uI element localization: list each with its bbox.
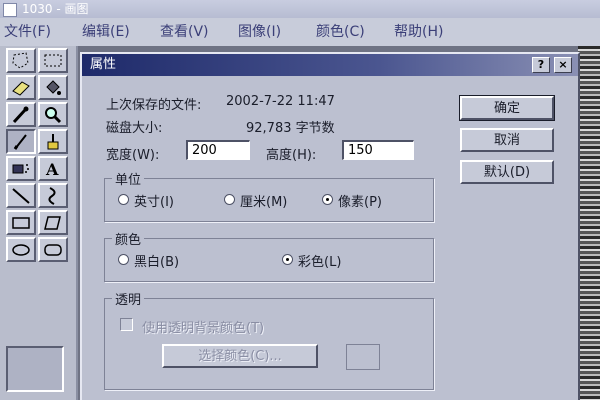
ok-button[interactable]: 确定	[459, 95, 555, 121]
width-label: 宽度(W):	[106, 148, 160, 163]
menu-bar: 文件(F) 编辑(E) 查看(V) 图像(I) 颜色(C) 帮助(H)	[0, 18, 600, 46]
line-icon	[12, 188, 30, 204]
dialog-title: 属性	[90, 57, 117, 72]
free-select-icon	[12, 52, 29, 69]
menu-help[interactable]: 帮助(H)	[394, 18, 443, 46]
curve-icon	[48, 187, 56, 205]
transparency-group-label: 透明	[112, 289, 145, 308]
width-field[interactable]: 200	[186, 140, 250, 160]
transparent-color-swatch	[346, 344, 380, 370]
menu-file[interactable]: 文件(F)	[4, 18, 51, 46]
magnifier-tool[interactable]	[38, 102, 68, 127]
paint-app-icon	[3, 3, 17, 17]
ellipse-tool[interactable]	[6, 237, 36, 262]
transparent-bg-checkbox[interactable]	[120, 318, 133, 331]
unit-cm-radio[interactable]	[224, 194, 235, 205]
height-field[interactable]: 150	[342, 140, 414, 160]
curve-tool[interactable]	[38, 183, 68, 208]
unit-cm-label[interactable]: 厘米(M)	[240, 191, 287, 210]
disk-size-label: 磁盘大小:	[106, 121, 163, 136]
default-button[interactable]: 默认(D)	[460, 160, 554, 184]
window-title: 1030 - 画图	[22, 2, 89, 16]
unit-pixels-radio[interactable]	[322, 194, 333, 205]
fill-tool[interactable]	[38, 75, 68, 100]
line-tool[interactable]	[6, 183, 36, 208]
rect-select-tool[interactable]	[38, 48, 68, 73]
airbrush-tool[interactable]	[6, 156, 36, 181]
disk-size-value: 92,783 字节数	[246, 121, 335, 136]
unit-inches-label[interactable]: 英寸(I)	[134, 191, 174, 210]
color-color-radio[interactable]	[282, 254, 293, 265]
magnifier-icon	[45, 107, 62, 124]
last-saved-value: 2002-7-22 11:47	[226, 94, 335, 109]
text-icon: A	[45, 160, 59, 179]
brush-tool[interactable]	[38, 129, 68, 154]
pencil-icon	[13, 134, 27, 150]
close-button[interactable]: ×	[554, 57, 572, 73]
menu-edit[interactable]: 编辑(E)	[82, 18, 130, 46]
unit-pixels-label[interactable]: 像素(P)	[338, 191, 382, 210]
select-color-button[interactable]: 选择颜色(C)...	[162, 344, 318, 368]
svg-text:A: A	[45, 160, 59, 179]
canvas-image-edge	[578, 46, 600, 400]
color-color-label[interactable]: 彩色(L)	[298, 251, 341, 270]
menu-view[interactable]: 查看(V)	[160, 18, 209, 46]
free-select-tool[interactable]	[6, 48, 36, 73]
help-button[interactable]: ?	[532, 57, 550, 73]
rounded-rect-tool[interactable]	[38, 237, 68, 262]
text-tool[interactable]: A	[38, 156, 68, 181]
menu-image[interactable]: 图像(I)	[238, 18, 281, 46]
polygon-tool[interactable]	[38, 210, 68, 235]
polygon-icon	[44, 216, 61, 230]
rectangle-tool[interactable]	[6, 210, 36, 235]
eraser-icon	[12, 81, 30, 96]
brush-icon	[47, 134, 59, 150]
eyedropper-tool[interactable]	[6, 102, 36, 127]
dialog-title-bar: 属性 ? ×	[82, 54, 578, 76]
color-bw-label[interactable]: 黑白(B)	[134, 251, 179, 270]
ellipse-icon	[12, 244, 30, 256]
airbrush-icon	[12, 164, 29, 174]
colors-group-label: 颜色	[112, 229, 145, 248]
last-saved-label: 上次保存的文件:	[106, 98, 202, 113]
menu-colors[interactable]: 颜色(C)	[316, 18, 365, 46]
cancel-button[interactable]: 取消	[460, 128, 554, 152]
tool-options-box[interactable]	[6, 346, 64, 392]
fill-bucket-icon	[46, 80, 61, 95]
transparent-bg-label: 使用透明背景颜色(T)	[142, 321, 265, 336]
rounded-rect-icon	[44, 244, 62, 256]
pencil-tool[interactable]	[6, 129, 36, 154]
eraser-tool[interactable]	[6, 75, 36, 100]
properties-dialog: 属性 ? × 上次保存的文件: 2002-7-22 11:47 磁盘大小: 92…	[80, 52, 580, 400]
rectangle-icon	[12, 217, 30, 229]
color-bw-radio[interactable]	[118, 254, 129, 265]
units-group-label: 单位	[112, 169, 145, 188]
rect-select-icon	[44, 54, 62, 67]
height-label: 高度(H):	[266, 148, 317, 163]
unit-inches-radio[interactable]	[118, 194, 129, 205]
app-title-bar: 1030 - 画图	[0, 0, 600, 18]
tool-box: A	[0, 46, 78, 400]
eyedropper-icon	[12, 106, 29, 124]
